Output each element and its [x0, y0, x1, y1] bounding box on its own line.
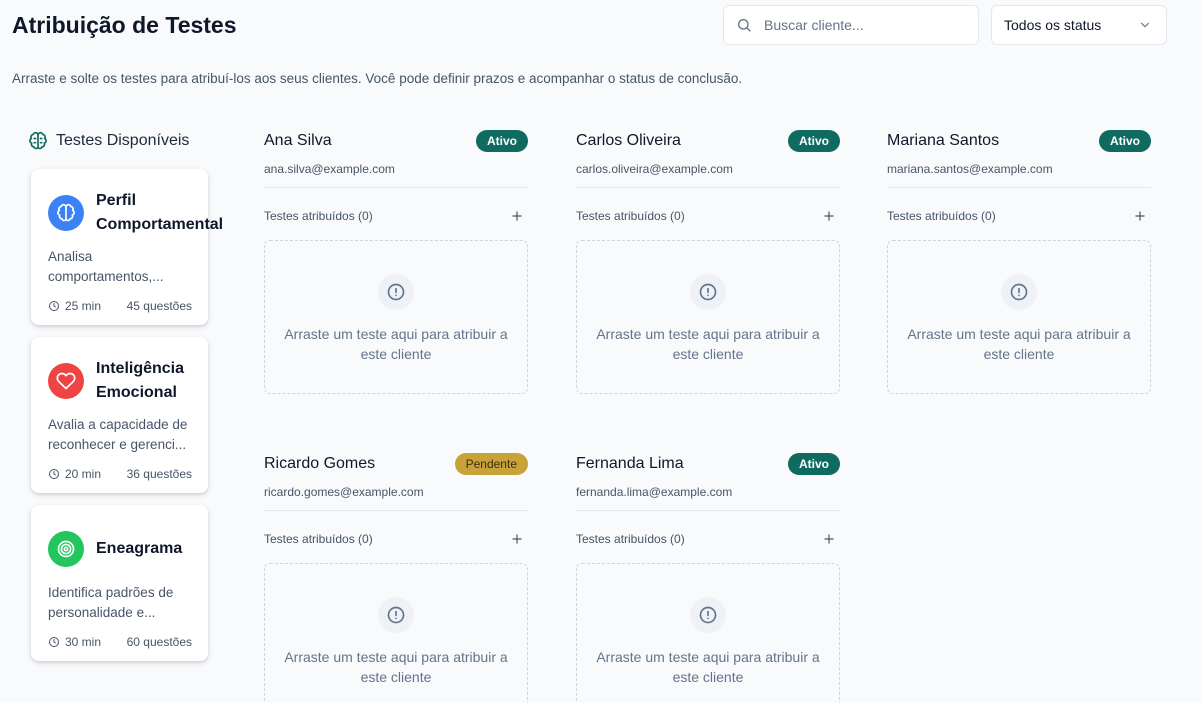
client-name: Ricardo Gomes	[264, 455, 376, 472]
status-filter-select[interactable]: Todos os status	[991, 5, 1167, 45]
divider	[576, 187, 840, 188]
alert-icon-badge	[690, 597, 726, 633]
dropzone-text: Arraste um teste aqui para atribuir a es…	[284, 326, 508, 362]
sidebar-title: Testes Disponíveis	[28, 131, 189, 151]
client-email: ana.silva@example.com	[264, 162, 395, 176]
clock-icon	[49, 469, 59, 479]
client-name: Carlos Oliveira	[576, 132, 681, 149]
client-card: Mariana Santos Ativo mariana.santos@exam…	[887, 130, 1151, 394]
alert-circle-icon	[1010, 283, 1028, 301]
chevron-down-icon	[1140, 22, 1150, 28]
test-description: Avalia a capacidade de reconhecer e gere…	[48, 417, 188, 452]
test-dropzone[interactable]: Arraste um teste aqui para atribuir a es…	[887, 240, 1151, 394]
client-name: Fernanda Lima	[576, 455, 684, 472]
plus-icon[interactable]	[510, 209, 524, 223]
test-dropzone[interactable]: Arraste um teste aqui para atribuir a es…	[576, 563, 840, 703]
status-badge: Ativo	[788, 130, 840, 152]
page-title: Atribuição de Testes	[12, 12, 237, 38]
test-description: Identifica padrões de personalidade e...	[48, 585, 174, 620]
test-questions: 36 questões	[126, 467, 192, 481]
page-subtitle: Arraste e solte os testes para atribuí-l…	[12, 71, 743, 86]
alert-circle-icon	[387, 606, 405, 624]
alert-icon-badge	[1001, 274, 1037, 310]
divider	[264, 510, 528, 511]
plus-icon[interactable]	[1133, 209, 1147, 223]
divider	[576, 510, 840, 511]
alert-circle-icon	[699, 283, 717, 301]
search-icon	[738, 19, 751, 32]
plus-icon[interactable]	[822, 209, 836, 223]
clock-icon	[49, 301, 59, 311]
test-card[interactable]: Perfil Comportamental Analisa comportame…	[31, 169, 223, 325]
test-questions: 60 questões	[126, 635, 192, 649]
client-name: Ana Silva	[264, 132, 332, 149]
status-filter-value: Todos os status	[1004, 17, 1102, 33]
test-duration: 30 min	[48, 635, 101, 649]
alert-circle-icon	[699, 606, 717, 624]
test-name: Perfil Comportamental	[96, 192, 224, 233]
plus-icon[interactable]	[822, 532, 836, 546]
test-icon-badge	[48, 363, 84, 399]
test-duration: 25 min	[48, 299, 101, 313]
brain-icon	[57, 203, 75, 222]
target-icon	[57, 540, 75, 558]
plus-icon[interactable]	[510, 532, 524, 546]
alert-circle-icon	[387, 283, 405, 301]
client-email: fernanda.lima@example.com	[576, 485, 733, 499]
test-dropzone[interactable]: Arraste um teste aqui para atribuir a es…	[264, 240, 528, 394]
test-icon-badge	[48, 531, 84, 567]
test-duration: 20 min	[48, 467, 101, 481]
test-icon-badge	[48, 195, 84, 231]
status-badge: Ativo	[476, 130, 528, 152]
test-name: Eneagrama	[96, 540, 183, 557]
assigned-tests-label: Testes atribuídos (0)	[264, 532, 373, 546]
dropzone-text: Arraste um teste aqui para atribuir a es…	[284, 649, 508, 685]
status-badge: Pendente	[454, 453, 528, 475]
divider	[264, 187, 528, 188]
assigned-tests-label: Testes atribuídos (0)	[264, 209, 373, 223]
status-badge: Ativo	[788, 453, 840, 475]
client-name: Mariana Santos	[887, 132, 1000, 149]
alert-icon-badge	[378, 274, 414, 310]
client-card: Carlos Oliveira Ativo carlos.oliveira@ex…	[576, 130, 840, 394]
brain-icon	[29, 131, 47, 150]
client-email: mariana.santos@example.com	[887, 162, 1053, 176]
status-badge: Ativo	[1099, 130, 1151, 152]
assigned-tests-label: Testes atribuídos (0)	[576, 532, 685, 546]
test-card[interactable]: Eneagrama Identifica padrões de personal…	[31, 505, 208, 661]
test-dropzone[interactable]: Arraste um teste aqui para atribuir a es…	[576, 240, 840, 394]
client-email: ricardo.gomes@example.com	[264, 485, 424, 499]
test-card[interactable]: Inteligência Emocional Avalia a capacida…	[31, 337, 208, 493]
search-box[interactable]	[723, 5, 979, 45]
alert-icon-badge	[378, 597, 414, 633]
clock-icon	[49, 637, 59, 647]
test-name: Inteligência Emocional	[96, 360, 185, 401]
divider	[887, 187, 1151, 188]
test-dropzone[interactable]: Arraste um teste aqui para atribuir a es…	[264, 563, 528, 703]
client-card: Ricardo Gomes Pendente ricardo.gomes@exa…	[264, 453, 528, 703]
client-card: Fernanda Lima Ativo fernanda.lima@exampl…	[576, 453, 840, 703]
client-email: carlos.oliveira@example.com	[576, 162, 733, 176]
search-input[interactable]	[764, 17, 964, 33]
dropzone-text: Arraste um teste aqui para atribuir a es…	[596, 649, 820, 685]
dropzone-text: Arraste um teste aqui para atribuir a es…	[596, 326, 820, 362]
dropzone-text: Arraste um teste aqui para atribuir a es…	[907, 326, 1131, 362]
alert-icon-badge	[690, 274, 726, 310]
test-description: Analisa comportamentos,...	[48, 249, 164, 284]
client-card: Ana Silva Ativo ana.silva@example.com Te…	[264, 130, 528, 394]
heart-icon	[56, 372, 76, 390]
sidebar-title-label: Testes Disponíveis	[56, 132, 190, 149]
assigned-tests-label: Testes atribuídos (0)	[576, 209, 685, 223]
assigned-tests-label: Testes atribuídos (0)	[887, 209, 996, 223]
test-questions: 45 questões	[126, 299, 192, 313]
